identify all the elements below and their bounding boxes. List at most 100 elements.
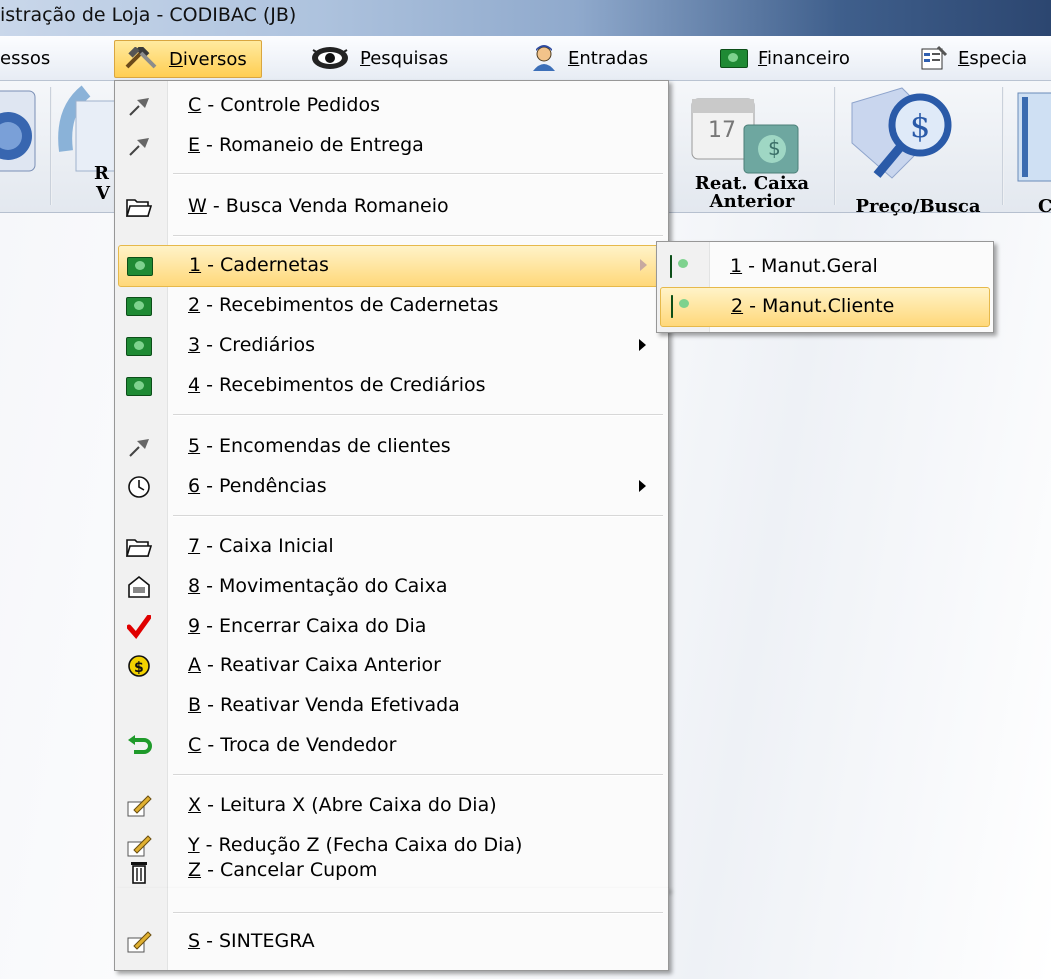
svg-text:$: $ [134,660,144,676]
menu-item-label: E - Romaneio de Entrega [188,134,424,156]
eye-icon [310,45,350,71]
menu-item-reativar-caixa-anterior[interactable]: $ A - Reativar Caixa Anterior [118,646,665,686]
menu-item-encerrar-caixa[interactable]: 9 - Encerrar Caixa do Dia [118,607,665,647]
pencil-icon [126,834,152,858]
diversos-dropdown-menu: C - Controle Pedidos E - Romaneio de Ent… [114,80,669,890]
menu-item-label: 1 - Manut.Geral [730,255,878,277]
folder-open-icon [126,535,152,559]
pencil-icon [126,930,152,954]
menu-item-pendencias[interactable]: 6 - Pendências [118,467,665,507]
calendar-money-icon: $ 17 [691,98,799,174]
menu-especiais-label: Especia [958,47,1028,69]
menu-separator [173,173,663,175]
toolbar-button-reat-caixa[interactable]: $ 17 Reat. Caixa Anterior [672,81,832,212]
menu-especiais[interactable]: Especia [920,36,1027,80]
money-icon [671,295,673,318]
submenu-arrow-icon [639,480,646,492]
svg-text:$: $ [768,136,781,160]
menu-item-cancelar-cupom[interactable]: Z - Cancelar Cupom [118,859,665,886]
menu-item-sintegra[interactable]: S - SINTEGRA [118,922,665,962]
toolbar-partial-label-v: V [96,183,110,204]
menu-item-movimentacao-caixa[interactable]: 8 - Movimentação do Caixa [118,567,665,607]
toolbar-separator [834,87,836,205]
toolbar-partial-label-r: R [94,163,109,184]
toolbar-label-preco-busca: Preço/Busca [855,196,981,217]
clock-icon [126,475,152,499]
menu-pesquisas[interactable]: Pesquisas [310,36,448,80]
price-search-icon: $ [851,87,952,179]
toolbar-button-partial-1[interactable] [0,81,48,212]
folder-open-icon [126,195,152,219]
window-title: istração de Loja - CODIBAC (JB) [0,4,297,26]
toolbar-label-c: C [1038,196,1051,217]
money-icon [126,334,152,358]
menu-pesquisas-label: Pesquisas [360,47,449,69]
trash-icon [126,860,152,884]
menu-item-label: Z - Cancelar Cupom [188,859,378,881]
menu-item-recebimentos-crediarios[interactable]: 4 - Recebimentos de Crediários [118,366,665,406]
menu-item-caixa-inicial[interactable]: 7 - Caixa Inicial [118,527,665,567]
document-icon [1017,92,1051,182]
window-titlebar[interactable]: istração de Loja - CODIBAC (JB) [0,0,1051,37]
svg-text:$: $ [910,107,930,145]
menu-financeiro[interactable]: Financeiro [720,36,850,80]
pin-icon [126,134,152,158]
submenu-item-manut-geral[interactable]: 1 - Manut.Geral [660,248,988,286]
diversos-dropdown-menu-tail: S - SINTEGRA [114,888,669,971]
menu-item-label: 5 - Encomendas de clientes [188,435,451,457]
menu-separator [173,774,663,776]
menu-item-label: 7 - Caixa Inicial [188,535,334,557]
cashbox-icon [126,575,152,599]
properties-icon [920,45,948,71]
menu-item-label: X - Leitura X (Abre Caixa do Dia) [188,794,497,816]
menu-item-busca-venda-romaneio[interactable]: W - Busca Venda Romaneio [118,187,665,227]
money-icon [126,374,152,398]
menu-processos[interactable]: essos [0,36,50,80]
menu-separator [173,515,663,517]
menu-item-label: 3 - Crediários [188,334,315,356]
calendar-day: 17 [708,118,736,143]
menu-item-label: 1 - Cadernetas [189,254,329,276]
menu-item-label: 4 - Recebimentos de Crediários [188,374,486,396]
submenu-item-manut-cliente[interactable]: 2 - Manut.Cliente [660,287,990,327]
menu-item-label: C - Controle Pedidos [188,94,381,116]
toolbar-button-partial-c[interactable]: C [1008,81,1051,217]
menu-separator [173,235,663,237]
menu-entradas[interactable]: Entradas [530,36,648,80]
menu-item-label: Y - Redução Z (Fecha Caixa do Dia) [188,834,523,856]
pin-icon [126,435,152,459]
menu-item-label: A - Reativar Caixa Anterior [188,654,441,676]
menu-item-label: 2 - Manut.Cliente [731,295,895,317]
menu-item-label: B - Reativar Venda Efetivada [188,694,460,716]
menu-item-reativar-venda[interactable]: B - Reativar Venda Efetivada [118,686,665,726]
menu-item-controle-pedidos[interactable]: C - Controle Pedidos [118,86,665,126]
menu-item-cadernetas[interactable]: 1 - Cadernetas [118,245,667,287]
menu-processos-label: essos [0,47,51,69]
document-icon [0,90,36,172]
menu-financeiro-label: Financeiro [758,47,850,69]
menu-item-label: 8 - Movimentação do Caixa [188,575,448,597]
menubar: essos Diversos Pesquisas Entradas Financ… [0,36,1051,81]
person-icon [530,45,558,71]
undo-arrow-icon [126,734,152,758]
menu-separator [173,912,663,914]
menu-item-crediarios[interactable]: 3 - Crediários [118,326,665,366]
money-icon [720,48,748,68]
menu-item-leitura-x[interactable]: X - Leitura X (Abre Caixa do Dia) [118,786,665,826]
money-icon [127,254,153,278]
checkmark-icon [126,615,152,639]
menu-item-troca-vendedor[interactable]: C - Troca de Vendedor [118,726,665,766]
menu-item-recebimentos-cadernetas[interactable]: 2 - Recebimentos de Cadernetas [118,286,665,326]
toolbar-button-preco-busca[interactable]: $ Preço/Busca [838,81,998,217]
coin-icon: $ [126,654,152,678]
menu-item-label: 2 - Recebimentos de Cadernetas [188,294,499,316]
menu-item-label: C - Troca de Vendedor [188,734,397,756]
submenu-arrow-icon [640,259,647,271]
menu-item-label: 9 - Encerrar Caixa do Dia [188,615,427,637]
menu-item-encomendas-clientes[interactable]: 5 - Encomendas de clientes [118,427,665,467]
menu-item-romaneio-entrega[interactable]: E - Romaneio de Entrega [118,126,665,166]
toolbar-separator [50,87,52,205]
toolbar-button-reativar-venda[interactable]: R V [56,81,118,212]
menu-diversos[interactable]: Diversos [114,40,262,78]
menu-item-label: W - Busca Venda Romaneio [188,195,449,217]
